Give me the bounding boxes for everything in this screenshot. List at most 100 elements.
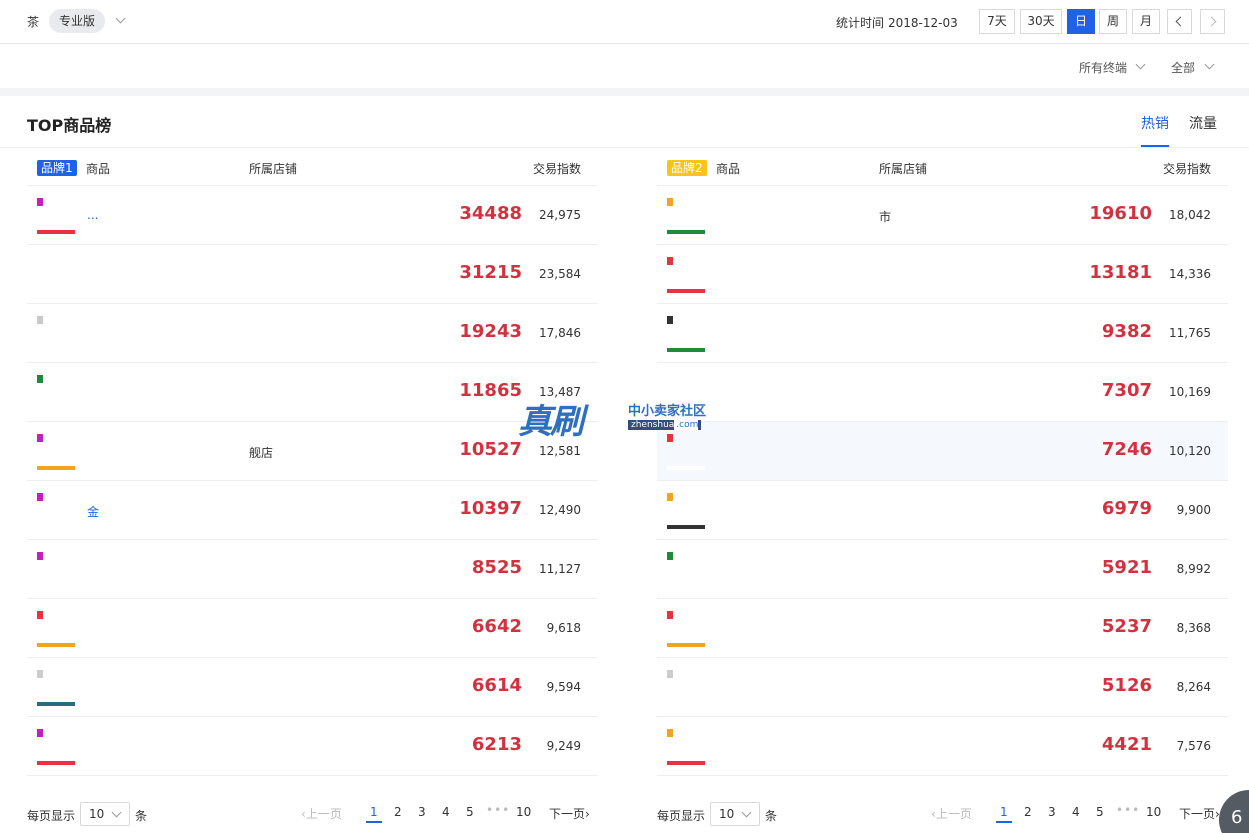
page-number-button[interactable]: 2	[394, 805, 402, 819]
watermark-big-text: 真刷	[518, 402, 584, 442]
table-row[interactable]: 4421 7,576	[657, 717, 1228, 776]
table-row[interactable]: 11865 13,487	[27, 363, 598, 422]
edition-badge[interactable]: 专业版	[49, 9, 106, 33]
table-row[interactable]: 6642 9,618	[27, 599, 598, 658]
next-page-label: 下一页	[549, 807, 586, 821]
table-row[interactable]: 5921 8,992	[657, 540, 1228, 599]
floating-badge[interactable]: 6	[1219, 790, 1249, 833]
product-name[interactable]: 金	[87, 503, 99, 520]
page-number-button[interactable]: 1	[366, 805, 382, 823]
sales-value: 13181	[1089, 262, 1152, 283]
sales-value: 31215	[459, 262, 522, 283]
page-number-button[interactable]: 3	[1048, 805, 1056, 819]
terminal-filter[interactable]: 所有终端	[1079, 59, 1146, 76]
product-thumbnail[interactable]	[37, 198, 75, 234]
trade-index-value: 17,846	[539, 326, 581, 340]
product-thumbnail[interactable]	[667, 729, 705, 765]
sales-value: 19243	[459, 321, 522, 342]
range-month-button[interactable]: 月	[1132, 9, 1160, 34]
product-thumbnail[interactable]	[37, 611, 75, 647]
trade-index-value: 18,042	[1169, 208, 1211, 222]
sales-value: 10527	[459, 439, 522, 460]
product-thumbnail[interactable]	[667, 552, 705, 588]
product-thumbnail[interactable]	[667, 316, 705, 352]
product-thumbnail[interactable]	[37, 257, 75, 293]
table-row[interactable]: 5237 8,368	[657, 599, 1228, 658]
product-thumbnail[interactable]	[667, 257, 705, 293]
per-page-unit: 条	[135, 809, 148, 823]
product-thumbnail[interactable]	[37, 434, 75, 470]
table-row[interactable]: 13181 14,336	[657, 245, 1228, 304]
page-number-button[interactable]: 3	[418, 805, 426, 819]
table-row[interactable]: 9382 11,765	[657, 304, 1228, 363]
page-number-button[interactable]: 5	[1096, 805, 1104, 819]
table-row[interactable]: 31215 23,584	[27, 245, 598, 304]
product-thumbnail[interactable]	[37, 552, 75, 588]
table-row[interactable]: 金 10397 12,490	[27, 481, 598, 540]
brand1-table: 品牌1 商品 所属店铺 交易指数 ... 34488 24,975 31215 23,5…	[27, 148, 598, 776]
product-thumbnail[interactable]	[667, 611, 705, 647]
stat-date: 2018-12-03	[888, 16, 958, 30]
table-row[interactable]: 5126 8,264	[657, 658, 1228, 717]
page-number-button[interactable]: 4	[442, 805, 450, 819]
trade-index-value: 9,900	[1176, 503, 1211, 517]
table-row[interactable]: 7307 10,169	[657, 363, 1228, 422]
trade-index-value: 12,581	[539, 444, 581, 458]
category-label[interactable]: 茶	[27, 13, 39, 30]
page-number-button[interactable]: 10	[516, 805, 531, 819]
product-thumbnail[interactable]	[37, 729, 75, 765]
page-number-button[interactable]: 5	[466, 805, 474, 819]
next-page-button[interactable]: 下一页›	[549, 805, 590, 822]
tab-hot-sales[interactable]: 热销	[1141, 113, 1169, 133]
table-row[interactable]: 6614 9,594	[27, 658, 598, 717]
per-page-value: 10	[719, 807, 735, 821]
table-row[interactable]: 6213 9,249	[27, 717, 598, 776]
range-week-button[interactable]: 周	[1099, 9, 1127, 34]
next-page-button[interactable]: 下一页›	[1179, 805, 1220, 822]
table-row[interactable]: 6979 9,900	[657, 481, 1228, 540]
table-row[interactable]: 8525 11,127	[27, 540, 598, 599]
range-30d-button[interactable]: 30天	[1020, 9, 1062, 34]
sales-value: 10397	[459, 498, 522, 519]
table-row[interactable]: ... 34488 24,975	[27, 186, 598, 245]
scope-filter[interactable]: 全部	[1171, 59, 1215, 76]
table-row[interactable]: 市 19610 18,042	[657, 186, 1228, 245]
prev-page-button[interactable]: ‹上一页	[301, 805, 342, 822]
sales-value: 4421	[1101, 734, 1152, 755]
prev-page-button[interactable]: ‹上一页	[931, 805, 972, 822]
trade-index-value: 11,127	[539, 562, 581, 576]
product-thumbnail[interactable]	[667, 670, 705, 706]
product-thumbnail[interactable]	[667, 434, 705, 470]
shop-name[interactable]: 市	[879, 208, 891, 225]
per-page-select[interactable]: 10	[710, 802, 760, 826]
page-number-button[interactable]: 4	[1072, 805, 1080, 819]
page-ellipsis[interactable]: •••	[1116, 803, 1140, 817]
table-row[interactable]: 7246 10,120	[657, 422, 1228, 481]
page-number-button[interactable]: 1	[996, 805, 1012, 823]
trade-index-value: 11,765	[1169, 326, 1211, 340]
product-thumbnail[interactable]	[667, 198, 705, 234]
watermark-url: zhenshua .com	[628, 420, 702, 430]
product-thumbnail[interactable]	[37, 316, 75, 352]
product-thumbnail[interactable]	[667, 493, 705, 529]
page-number-button[interactable]: 10	[1146, 805, 1161, 819]
trade-index-value: 14,336	[1169, 267, 1211, 281]
table-row[interactable]: 19243 17,846	[27, 304, 598, 363]
watermark-small-text: 中小卖家社区	[628, 404, 707, 419]
page-number-button[interactable]: 2	[1024, 805, 1032, 819]
prev-date-button[interactable]	[1167, 9, 1192, 34]
chevron-down-icon[interactable]	[115, 13, 126, 24]
per-page-select[interactable]: 10	[80, 802, 130, 826]
next-date-button[interactable]	[1200, 9, 1225, 34]
range-day-button[interactable]: 日	[1067, 9, 1095, 34]
product-name[interactable]: ...	[87, 208, 98, 222]
table-row[interactable]: 舰店 10527 12,581	[27, 422, 598, 481]
product-thumbnail[interactable]	[37, 493, 75, 529]
product-thumbnail[interactable]	[37, 375, 75, 411]
product-thumbnail[interactable]	[37, 670, 75, 706]
shop-name[interactable]: 舰店	[249, 444, 273, 461]
section-gap	[0, 88, 1249, 96]
tab-traffic[interactable]: 流量	[1189, 113, 1217, 133]
page-ellipsis[interactable]: •••	[486, 803, 510, 817]
range-7d-button[interactable]: 7天	[979, 9, 1015, 34]
